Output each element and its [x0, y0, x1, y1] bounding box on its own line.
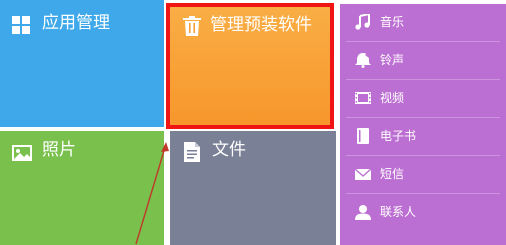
grid-icon: [12, 16, 30, 38]
media-item-contacts[interactable]: 联系人: [340, 194, 506, 231]
document-icon: [184, 142, 200, 166]
media-item-music[interactable]: 音乐: [340, 4, 506, 41]
media-item-ebook[interactable]: 电子书: [340, 118, 506, 155]
media-item-label: 短信: [380, 167, 405, 181]
media-item-label: 音乐: [380, 15, 405, 29]
media-item-ringtone[interactable]: 铃声: [340, 42, 506, 79]
highlight-box: [166, 3, 334, 129]
tile-files[interactable]: 文件: [170, 131, 336, 245]
media-panel: 音乐 铃声 视频 电子书 短信 联系人: [340, 4, 506, 245]
envelope-icon: [354, 166, 372, 182]
media-item-sms[interactable]: 短信: [340, 156, 506, 193]
person-icon: [355, 204, 371, 220]
media-item-label: 电子书: [380, 129, 417, 143]
video-icon: [355, 90, 371, 106]
media-item-label: 铃声: [380, 53, 405, 67]
tile-label: 文件: [212, 140, 246, 160]
book-icon: [355, 128, 371, 144]
tile-label: 照片: [42, 140, 76, 160]
media-item-video[interactable]: 视频: [340, 80, 506, 117]
tile-app-management[interactable]: 应用管理: [0, 0, 164, 127]
music-icon: [355, 12, 371, 30]
annotation-arrow: [135, 142, 169, 245]
ringtone-icon: [355, 52, 371, 68]
tile-label: 应用管理: [42, 13, 110, 33]
media-item-label: 视频: [380, 91, 405, 105]
media-item-label: 联系人: [380, 205, 417, 219]
image-icon: [12, 145, 32, 165]
